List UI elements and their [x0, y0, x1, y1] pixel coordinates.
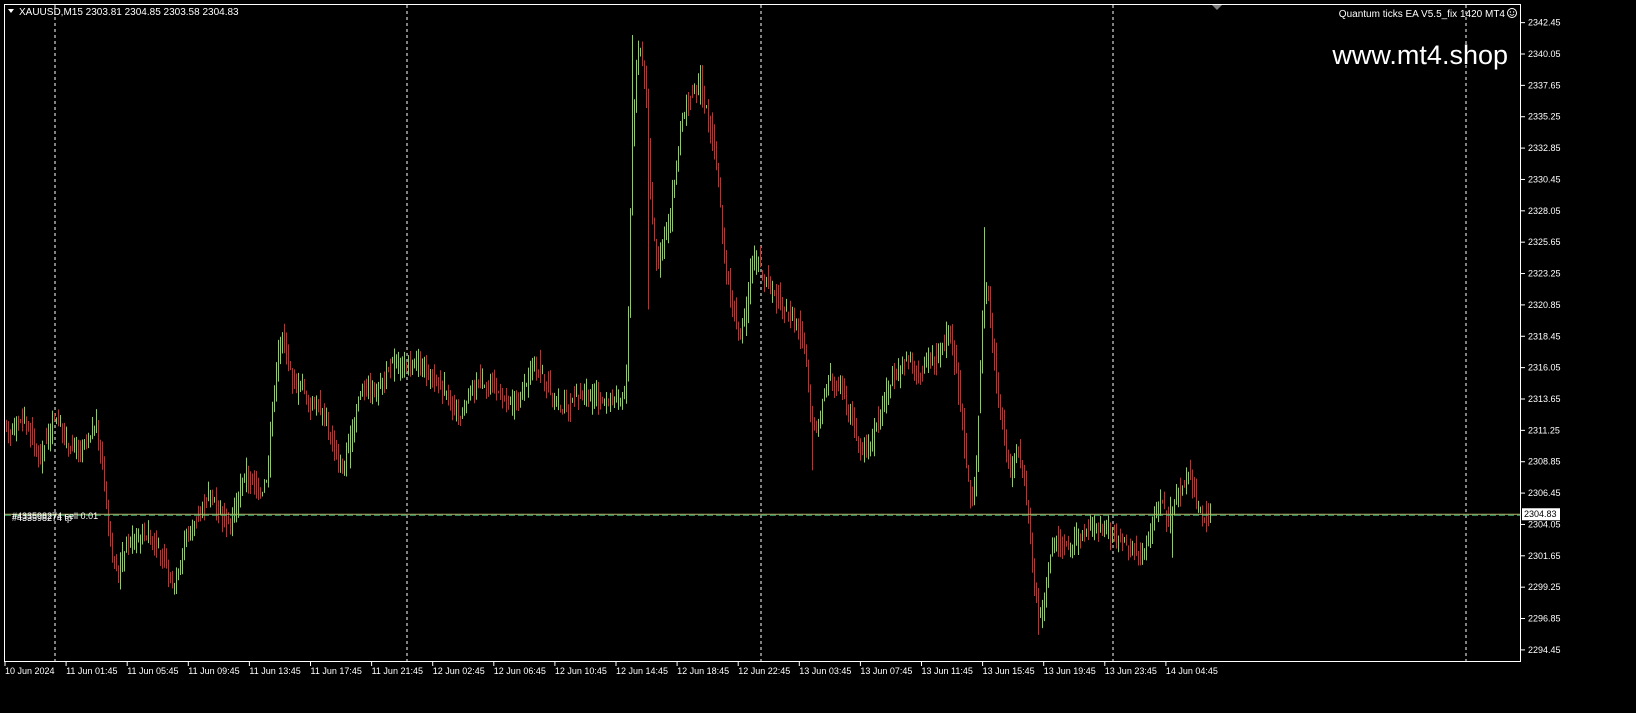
price-tick-label: 2308.85 — [1528, 457, 1561, 467]
price-tick-label: 2335.25 — [1528, 112, 1561, 122]
vertical-grid — [54, 5, 1467, 661]
price-tick-label: 2296.85 — [1528, 614, 1561, 624]
price-tick-label: 2330.45 — [1528, 174, 1561, 184]
time-tick-label: 13 Jun 11:45 — [922, 666, 973, 676]
menu-triangle-icon[interactable] — [8, 9, 14, 13]
price-tick-label: 2306.45 — [1528, 488, 1561, 498]
smiley-icon — [1507, 8, 1517, 18]
order-label: #433598274 sell 0.01 — [12, 511, 98, 521]
time-tick-label: 13 Jun 07:45 — [860, 666, 912, 676]
time-tick-label: 12 Jun 06:45 — [494, 666, 546, 676]
time-tick-label: 13 Jun 03:45 — [799, 666, 851, 676]
price-tick-label: 2320.85 — [1528, 300, 1561, 310]
time-tick-label: 13 Jun 23:45 — [1105, 666, 1157, 676]
time-tick-label: 11 Jun 21:45 — [372, 666, 423, 676]
price-tick-label: 2318.45 — [1528, 331, 1561, 341]
current-price-tag: 2304.83 — [1522, 508, 1560, 521]
time-tick-label: 11 Jun 05:45 — [127, 666, 178, 676]
price-tick-label: 2311.25 — [1528, 425, 1560, 435]
price-tick-label: 2299.25 — [1528, 582, 1561, 592]
shift-marker-icon[interactable] — [1212, 5, 1222, 10]
price-chart[interactable]: 2342.45 2340.05 2337.65 2335.25 2332.85 2330.… — [0, 0, 1636, 713]
price-tick-label: 2342.45 — [1528, 18, 1561, 28]
price-tick-label: 2323.25 — [1528, 269, 1561, 279]
current-price-label: 2304.83 — [1524, 509, 1557, 519]
time-tick-label: 12 Jun 22:45 — [738, 666, 790, 676]
price-tick-label: 2328.05 — [1528, 206, 1561, 216]
time-axis: 10 Jun 2024 11 Jun 01:45 11 Jun 05:45 11 Ju… — [4, 661, 1218, 676]
price-tick-label: 2340.05 — [1528, 49, 1561, 59]
price-tick-label: 2332.85 — [1528, 143, 1561, 153]
price-tick-label: 2301.65 — [1528, 551, 1561, 561]
symbol-info: XAUUSD,M15 2303.81 2304.85 2303.58 2304.… — [19, 7, 239, 18]
plot-frame — [4, 4, 1521, 662]
time-tick-label: 12 Jun 02:45 — [433, 666, 485, 676]
time-tick-label: 10 Jun 2024 — [5, 666, 55, 676]
price-tick-label: 2313.65 — [1528, 394, 1561, 404]
price-tick-label: 2325.65 — [1528, 237, 1561, 247]
time-tick-label: 12 Jun 14:45 — [616, 666, 668, 676]
candles — [6, 35, 1211, 635]
time-tick-label: 13 Jun 19:45 — [1044, 666, 1096, 676]
time-tick-label: 13 Jun 15:45 — [983, 666, 1035, 676]
time-tick-label: 11 Jun 13:45 — [249, 666, 300, 676]
time-tick-label: 14 Jun 04:45 — [1166, 666, 1218, 676]
time-tick-label: 11 Jun 01:45 — [66, 666, 117, 676]
time-tick-label: 11 Jun 09:45 — [188, 666, 239, 676]
ea-label: Quantum ticks EA V5.5_fix 1420 MT4 — [1339, 9, 1506, 20]
time-tick-label: 11 Jun 17:45 — [311, 666, 362, 676]
price-tick-label: 2316.05 — [1528, 363, 1561, 373]
time-tick-label: 12 Jun 18:45 — [677, 666, 729, 676]
price-tick-label: 2294.45 — [1528, 645, 1561, 655]
price-levels — [5, 513, 1520, 516]
time-tick-label: 12 Jun 10:45 — [555, 666, 607, 676]
price-axis: 2342.45 2340.05 2337.65 2335.25 2332.85 2330.… — [1520, 18, 1561, 655]
watermark: www.mt4.shop — [1331, 40, 1508, 70]
price-tick-label: 2304.05 — [1528, 519, 1561, 529]
price-tick-label: 2337.65 — [1528, 80, 1561, 90]
